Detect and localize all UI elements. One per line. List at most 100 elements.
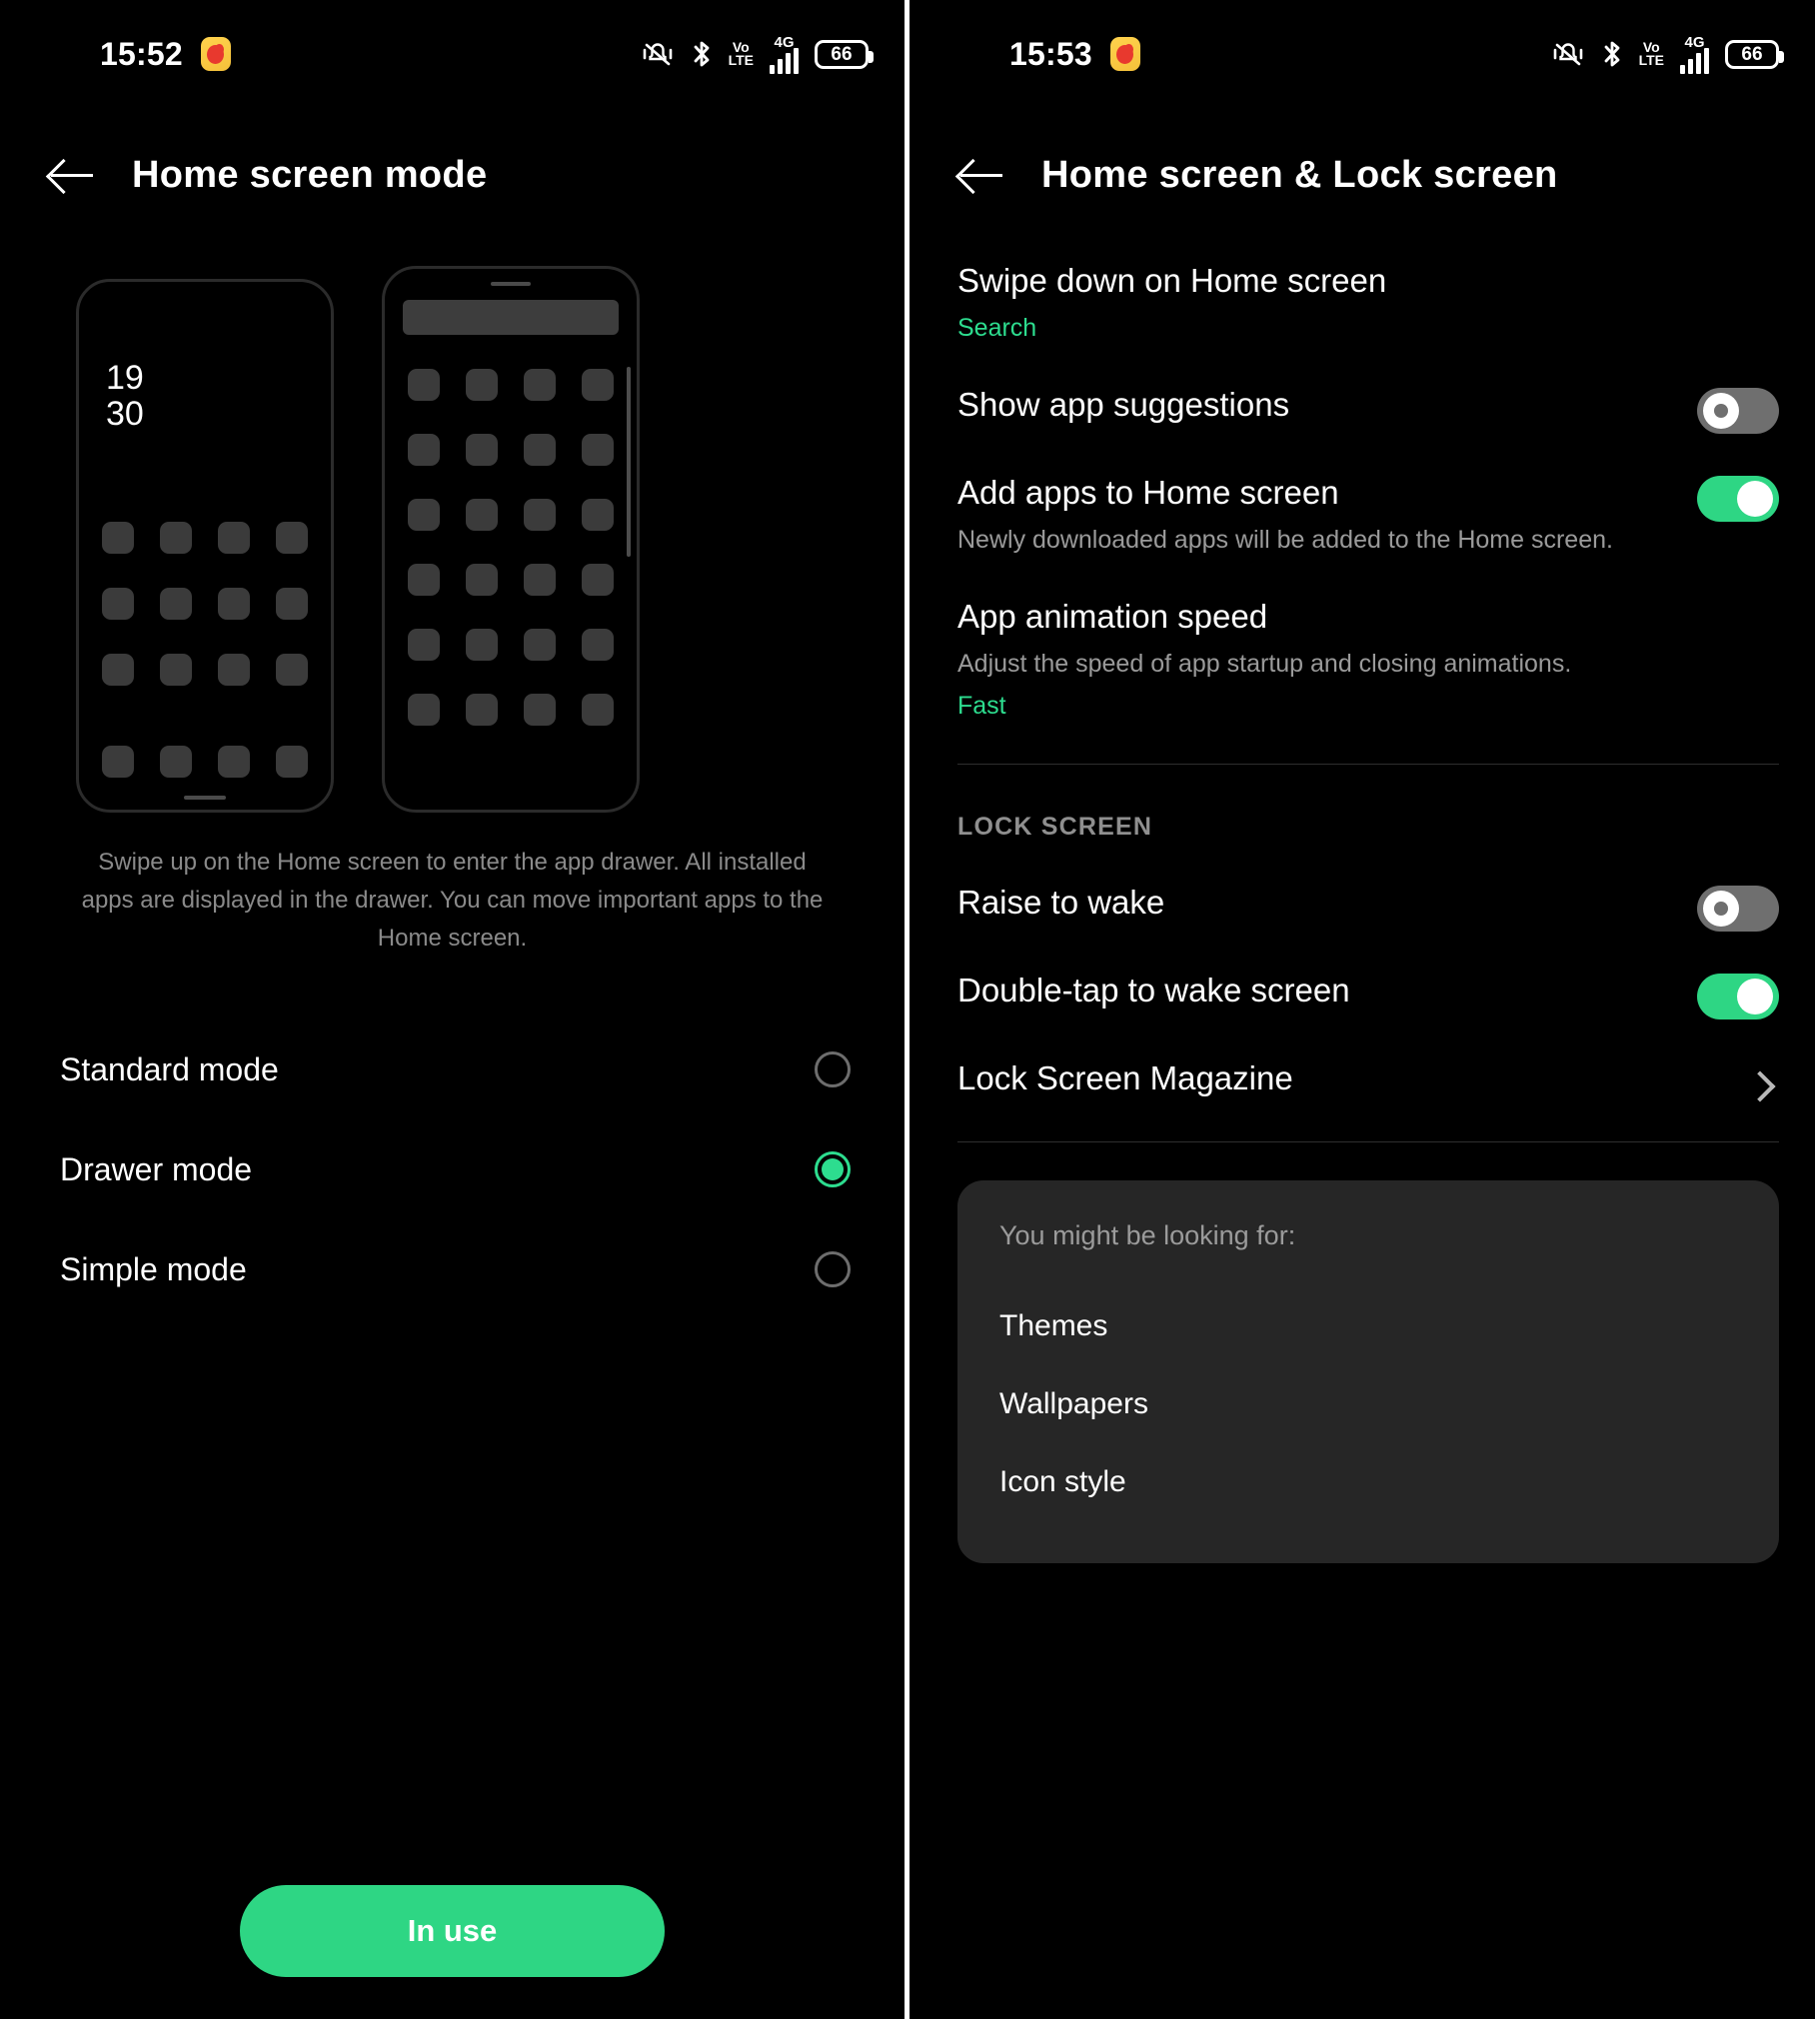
toggle-double-tap-to-wake-screen[interactable]	[1697, 974, 1779, 1019]
preview-app-row	[79, 588, 331, 620]
in-use-button[interactable]: In use	[240, 1885, 665, 1977]
preview-clock: 19 30	[106, 360, 144, 432]
preview-app-tile	[582, 629, 614, 661]
mode-description: Swipe up on the Home screen to enter the…	[81, 849, 824, 952]
dual-screenshot-container: 15:52 Vo LTE 4G 66 Home screen mode 19 3…	[0, 0, 1820, 2019]
preview-app-tile	[524, 564, 556, 596]
suggestion-icon-style[interactable]: Icon style	[999, 1445, 1737, 1523]
setting-add-apps-to-home-screen[interactable]: Add apps to Home screen Newly downloaded…	[957, 438, 1779, 562]
toggle-knob	[1737, 979, 1773, 1014]
preview-search-bar	[403, 300, 619, 335]
setting-text-group: Double-tap to wake screen	[957, 968, 1697, 1013]
home-mode-preview: 19 30	[0, 266, 905, 826]
signal-bars	[770, 47, 799, 74]
setting-swipe-down-on-home-screen[interactable]: Swipe down on Home screen Search	[957, 226, 1779, 350]
right-phone-screen: 15:53 Vo LTE 4G 66 Home screen & Lock sc…	[910, 0, 1815, 2019]
preview-app-tile	[160, 522, 192, 554]
preview-app-row	[385, 434, 637, 466]
setting-control	[1697, 388, 1779, 434]
volte-bottom-label: LTE	[728, 52, 754, 68]
preview-drawer-grid	[385, 369, 637, 726]
option-label: Simple mode	[60, 1250, 247, 1287]
setting-text-group: Show app suggestions	[957, 382, 1697, 428]
preview-app-row	[385, 369, 637, 401]
back-arrow-icon[interactable]	[957, 151, 1005, 199]
suggestion-wallpapers[interactable]: Wallpapers	[999, 1367, 1737, 1445]
bluetooth-icon	[1604, 41, 1619, 67]
preview-app-tile	[582, 564, 614, 596]
preview-dock-tile	[102, 746, 134, 778]
toggle-knob	[1703, 393, 1739, 429]
setting-control	[1697, 974, 1779, 1019]
toggle-raise-to-wake[interactable]	[1697, 886, 1779, 932]
preview-app-row	[385, 499, 637, 531]
setting-text-group: App animation speed Adjust the speed of …	[957, 594, 1779, 724]
option-label: Drawer mode	[60, 1150, 253, 1187]
toggle-show-app-suggestions[interactable]	[1697, 388, 1779, 434]
setting-text-group: Swipe down on Home screen Search	[957, 258, 1779, 346]
chevron-right-icon[interactable]	[1744, 1070, 1776, 1102]
preview-clock-hours: 19	[106, 359, 144, 397]
status-bar-right-group: Vo LTE 4G 66	[1551, 35, 1784, 74]
setting-lock-screen-magazine[interactable]: Lock Screen Magazine	[957, 1023, 1779, 1105]
weibo-icon	[1109, 37, 1140, 71]
preview-app-tile	[218, 654, 250, 686]
setting-app-animation-speed[interactable]: App animation speed Adjust the speed of …	[957, 562, 1779, 728]
preview-app-row	[385, 564, 637, 596]
setting-title: Swipe down on Home screen	[957, 262, 1387, 299]
preview-app-tile	[276, 588, 308, 620]
setting-title: Add apps to Home screen	[957, 474, 1339, 511]
preview-app-tile	[102, 588, 134, 620]
setting-raise-to-wake[interactable]: Raise to wake	[957, 848, 1779, 936]
preview-app-tile	[582, 499, 614, 531]
option-standard-mode[interactable]: Standard mode	[60, 1019, 851, 1119]
option-label: Standard mode	[60, 1050, 279, 1087]
setting-control	[1697, 886, 1779, 932]
vibrate-off-icon	[643, 43, 672, 66]
option-simple-mode[interactable]: Simple mode	[60, 1219, 851, 1319]
preview-app-tile	[466, 499, 498, 531]
preview-app-tile	[524, 369, 556, 401]
setting-control	[1697, 476, 1779, 522]
preview-app-tile	[524, 694, 556, 726]
title-bar-right: Home screen & Lock screen	[910, 108, 1815, 226]
status-time: 15:52	[100, 35, 183, 72]
preview-dock-tile	[160, 746, 192, 778]
back-arrow-icon[interactable]	[48, 151, 96, 199]
signal-bars	[1680, 47, 1709, 74]
status-bar-left: 15:52 Vo LTE 4G 66	[0, 0, 905, 108]
weibo-icon	[200, 37, 231, 71]
preview-app-tile	[276, 654, 308, 686]
toggle-knob	[1703, 891, 1739, 927]
setting-text-group: Add apps to Home screen Newly downloaded…	[957, 470, 1697, 558]
status-time: 15:53	[1009, 35, 1092, 72]
preview-app-tile	[524, 629, 556, 661]
title-bar-left: Home screen mode	[0, 108, 905, 226]
radio-drawer-mode[interactable]	[815, 1151, 851, 1187]
suggestions-card-header: You might be looking for:	[999, 1220, 1296, 1250]
setting-title: Raise to wake	[957, 884, 1165, 921]
network-type-label: 4G	[774, 33, 795, 51]
suggestion-themes[interactable]: Themes	[999, 1289, 1737, 1367]
setting-title: Lock Screen Magazine	[957, 1059, 1293, 1096]
toggle-add-apps-to-home-screen[interactable]	[1697, 476, 1779, 522]
battery-icon: 66	[1725, 39, 1784, 69]
drawer-mode-preview[interactable]	[382, 266, 640, 813]
preview-app-tile	[408, 369, 440, 401]
network-type-label: 4G	[1684, 33, 1705, 51]
option-drawer-mode[interactable]: Drawer mode	[60, 1119, 851, 1219]
4g-signal-icon: 4G	[1680, 35, 1709, 74]
status-bar-left-group: 15:52	[100, 36, 231, 73]
toggle-knob	[1737, 481, 1773, 517]
preview-app-tile	[218, 522, 250, 554]
preview-app-tile	[408, 629, 440, 661]
setting-title: Double-tap to wake screen	[957, 972, 1350, 1009]
setting-double-tap-to-wake-screen[interactable]: Double-tap to wake screen	[957, 936, 1779, 1023]
preview-dock-row	[79, 746, 331, 778]
setting-show-app-suggestions[interactable]: Show app suggestions	[957, 350, 1779, 438]
preview-app-tile	[102, 654, 134, 686]
radio-standard-mode[interactable]	[815, 1051, 851, 1087]
radio-simple-mode[interactable]	[815, 1251, 851, 1287]
preview-app-tile	[582, 434, 614, 466]
standard-mode-preview[interactable]: 19 30	[76, 279, 334, 813]
